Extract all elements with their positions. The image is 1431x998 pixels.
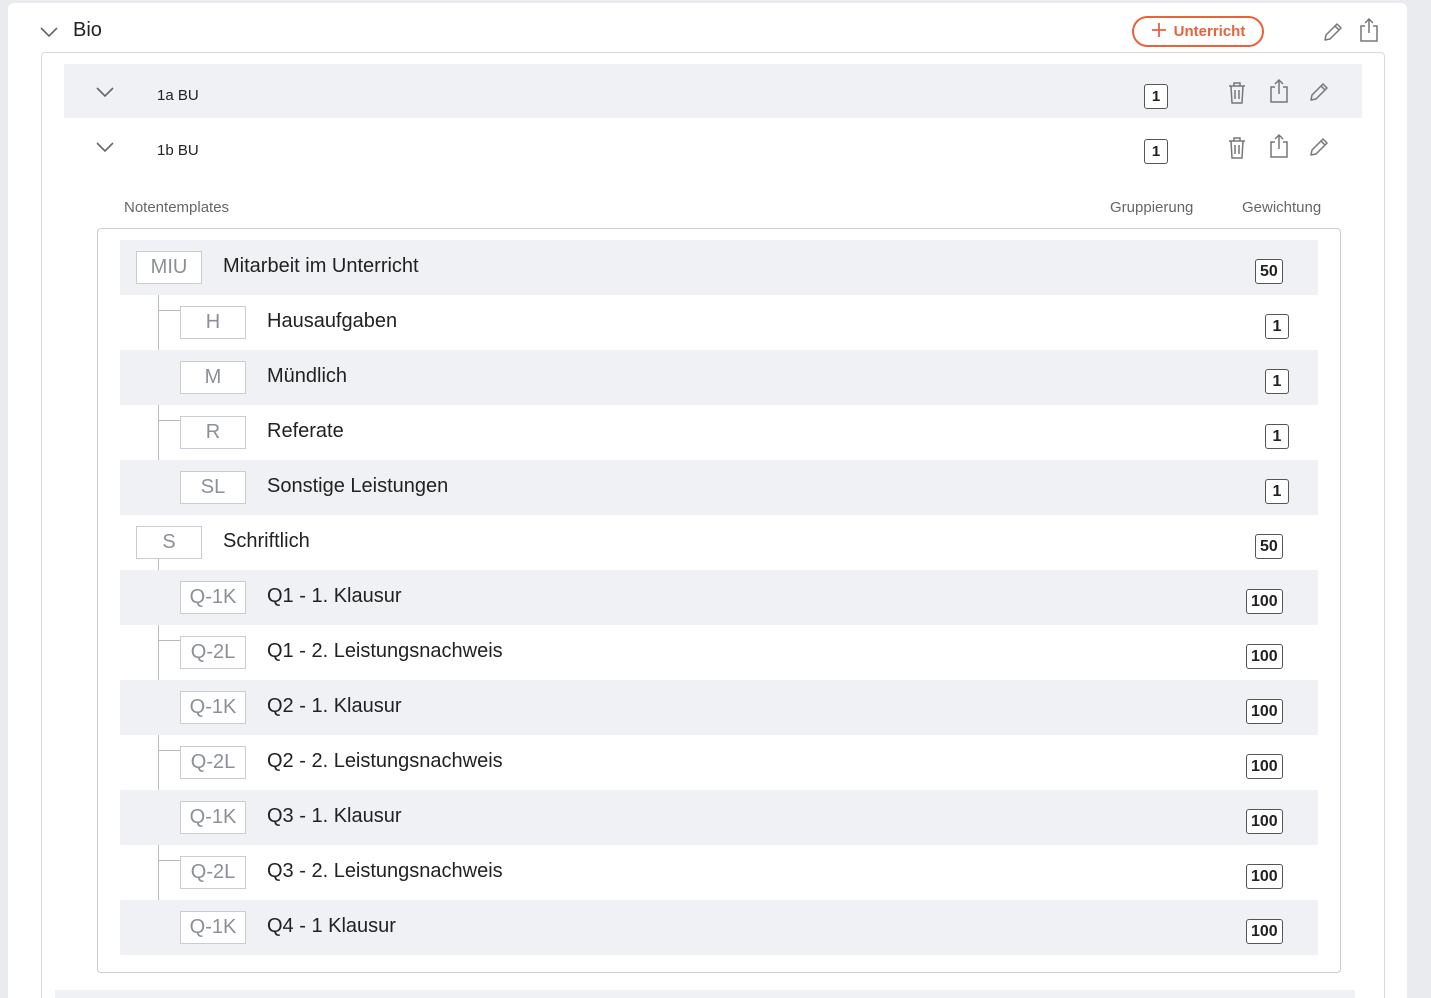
template-row[interactable]: Q-2L Q2 - 2. Leistungsnachweis 100: [120, 735, 1318, 790]
export-icon[interactable]: [1268, 77, 1290, 105]
template-name: Q1 - 1. Klausur: [267, 585, 402, 607]
template-weight: 1: [1265, 424, 1289, 449]
unterricht-list: 1a BU 1 1b BU 1 Notentemplates Gruppieru…: [41, 52, 1385, 998]
template-weight: 50: [1255, 534, 1283, 559]
class-count-badge: 1: [1144, 139, 1168, 164]
template-weight: 100: [1246, 919, 1283, 944]
class-row: 1a BU 1: [64, 64, 1362, 118]
template-row[interactable]: Q-2L Q3 - 2. Leistungsnachweis 100: [120, 845, 1318, 900]
template-weight: 1: [1265, 314, 1289, 339]
template-row[interactable]: Q-1K Q2 - 1. Klausur 100: [120, 680, 1318, 735]
template-name: Q1 - 2. Leistungsnachweis: [267, 640, 503, 662]
template-code: MIU: [136, 251, 202, 284]
template-code: H: [180, 306, 246, 339]
template-name: Schriftlich: [223, 530, 310, 552]
template-row[interactable]: Q-1K Q3 - 1. Klausur 100: [120, 790, 1318, 845]
template-row[interactable]: Q-1K Q1 - 1. Klausur 100: [120, 570, 1318, 625]
template-code: Q-2L: [180, 636, 246, 669]
template-name: Referate: [267, 420, 344, 442]
add-button-label: Unterricht: [1173, 23, 1246, 40]
trash-icon[interactable]: [1224, 134, 1250, 162]
template-code: Q-2L: [180, 856, 246, 889]
template-code: Q-1K: [180, 911, 246, 944]
trash-icon[interactable]: [1224, 79, 1250, 107]
class-row: 1b BU 1: [64, 119, 1362, 173]
template-name: Mündlich: [267, 365, 348, 387]
chevron-down-icon[interactable]: [94, 137, 116, 157]
template-row[interactable]: Q-1K Q4 - 1 Klausur 100: [120, 900, 1318, 955]
template-code: Q-1K: [180, 801, 246, 834]
class-name: 1b BU: [157, 142, 199, 159]
grouping-column-header: Gruppierung: [1110, 199, 1194, 216]
class-name: 1a BU: [157, 87, 199, 104]
template-name: Hausaufgaben: [267, 310, 398, 332]
add-unterricht-button[interactable]: Unterricht: [1132, 16, 1264, 47]
template-weight: 100: [1246, 754, 1283, 779]
chevron-down-icon[interactable]: [94, 82, 116, 102]
template-row[interactable]: M Mündlich 1: [120, 350, 1318, 405]
template-weight: 100: [1246, 644, 1283, 669]
template-row[interactable]: H Hausaufgaben 1: [120, 295, 1318, 350]
template-name: Q3 - 2. Leistungsnachweis: [267, 860, 503, 882]
pencil-icon[interactable]: [1320, 18, 1346, 46]
export-icon[interactable]: [1268, 132, 1290, 160]
template-weight: 100: [1246, 699, 1283, 724]
subject-header: Bio Unterricht: [8, 3, 1407, 57]
template-code: Q-2L: [180, 746, 246, 779]
class-count-badge: 1: [1144, 84, 1168, 109]
template-weight: 100: [1246, 589, 1283, 614]
subject-card: Bio Unterricht 1a BU 1 1b BU 1 Notentemp…: [8, 3, 1407, 998]
template-code: SL: [180, 471, 246, 504]
weighting-column-header: Gewichtung: [1242, 199, 1322, 216]
templates-header-title: Notentemplates: [124, 199, 230, 216]
next-row-shade: [55, 990, 1355, 998]
template-code: S: [136, 526, 202, 559]
plus-icon: [1151, 22, 1167, 42]
template-group-row[interactable]: S Schriftlich 50: [120, 515, 1318, 570]
template-name: Sonstige Leistungen: [267, 475, 449, 497]
templates-box: MIU Mitarbeit im Unterricht 50 H Hausauf…: [97, 228, 1341, 973]
template-name: Q3 - 1. Klausur: [267, 805, 402, 827]
export-icon[interactable]: [1358, 16, 1380, 44]
template-row[interactable]: Q-2L Q1 - 2. Leistungsnachweis 100: [120, 625, 1318, 680]
template-weight: 100: [1246, 809, 1283, 834]
template-row[interactable]: SL Sonstige Leistungen 1: [120, 460, 1318, 515]
template-code: R: [180, 416, 246, 449]
template-name: Q2 - 2. Leistungsnachweis: [267, 750, 503, 772]
subject-title: Bio: [73, 19, 102, 41]
pencil-icon[interactable]: [1306, 78, 1332, 106]
template-name: Q2 - 1. Klausur: [267, 695, 402, 717]
template-weight: 1: [1265, 369, 1289, 394]
template-code: M: [180, 361, 246, 394]
template-weight: 1: [1265, 479, 1289, 504]
template-weight: 100: [1246, 864, 1283, 889]
template-group-row[interactable]: MIU Mitarbeit im Unterricht 50: [120, 240, 1318, 295]
chevron-down-icon[interactable]: [38, 21, 60, 43]
pencil-icon[interactable]: [1306, 133, 1332, 161]
template-name: Mitarbeit im Unterricht: [223, 255, 419, 277]
template-code: Q-1K: [180, 691, 246, 724]
template-name: Q4 - 1 Klausur: [267, 915, 396, 937]
template-weight: 50: [1255, 259, 1283, 284]
template-row[interactable]: R Referate 1: [120, 405, 1318, 460]
template-code: Q-1K: [180, 581, 246, 614]
